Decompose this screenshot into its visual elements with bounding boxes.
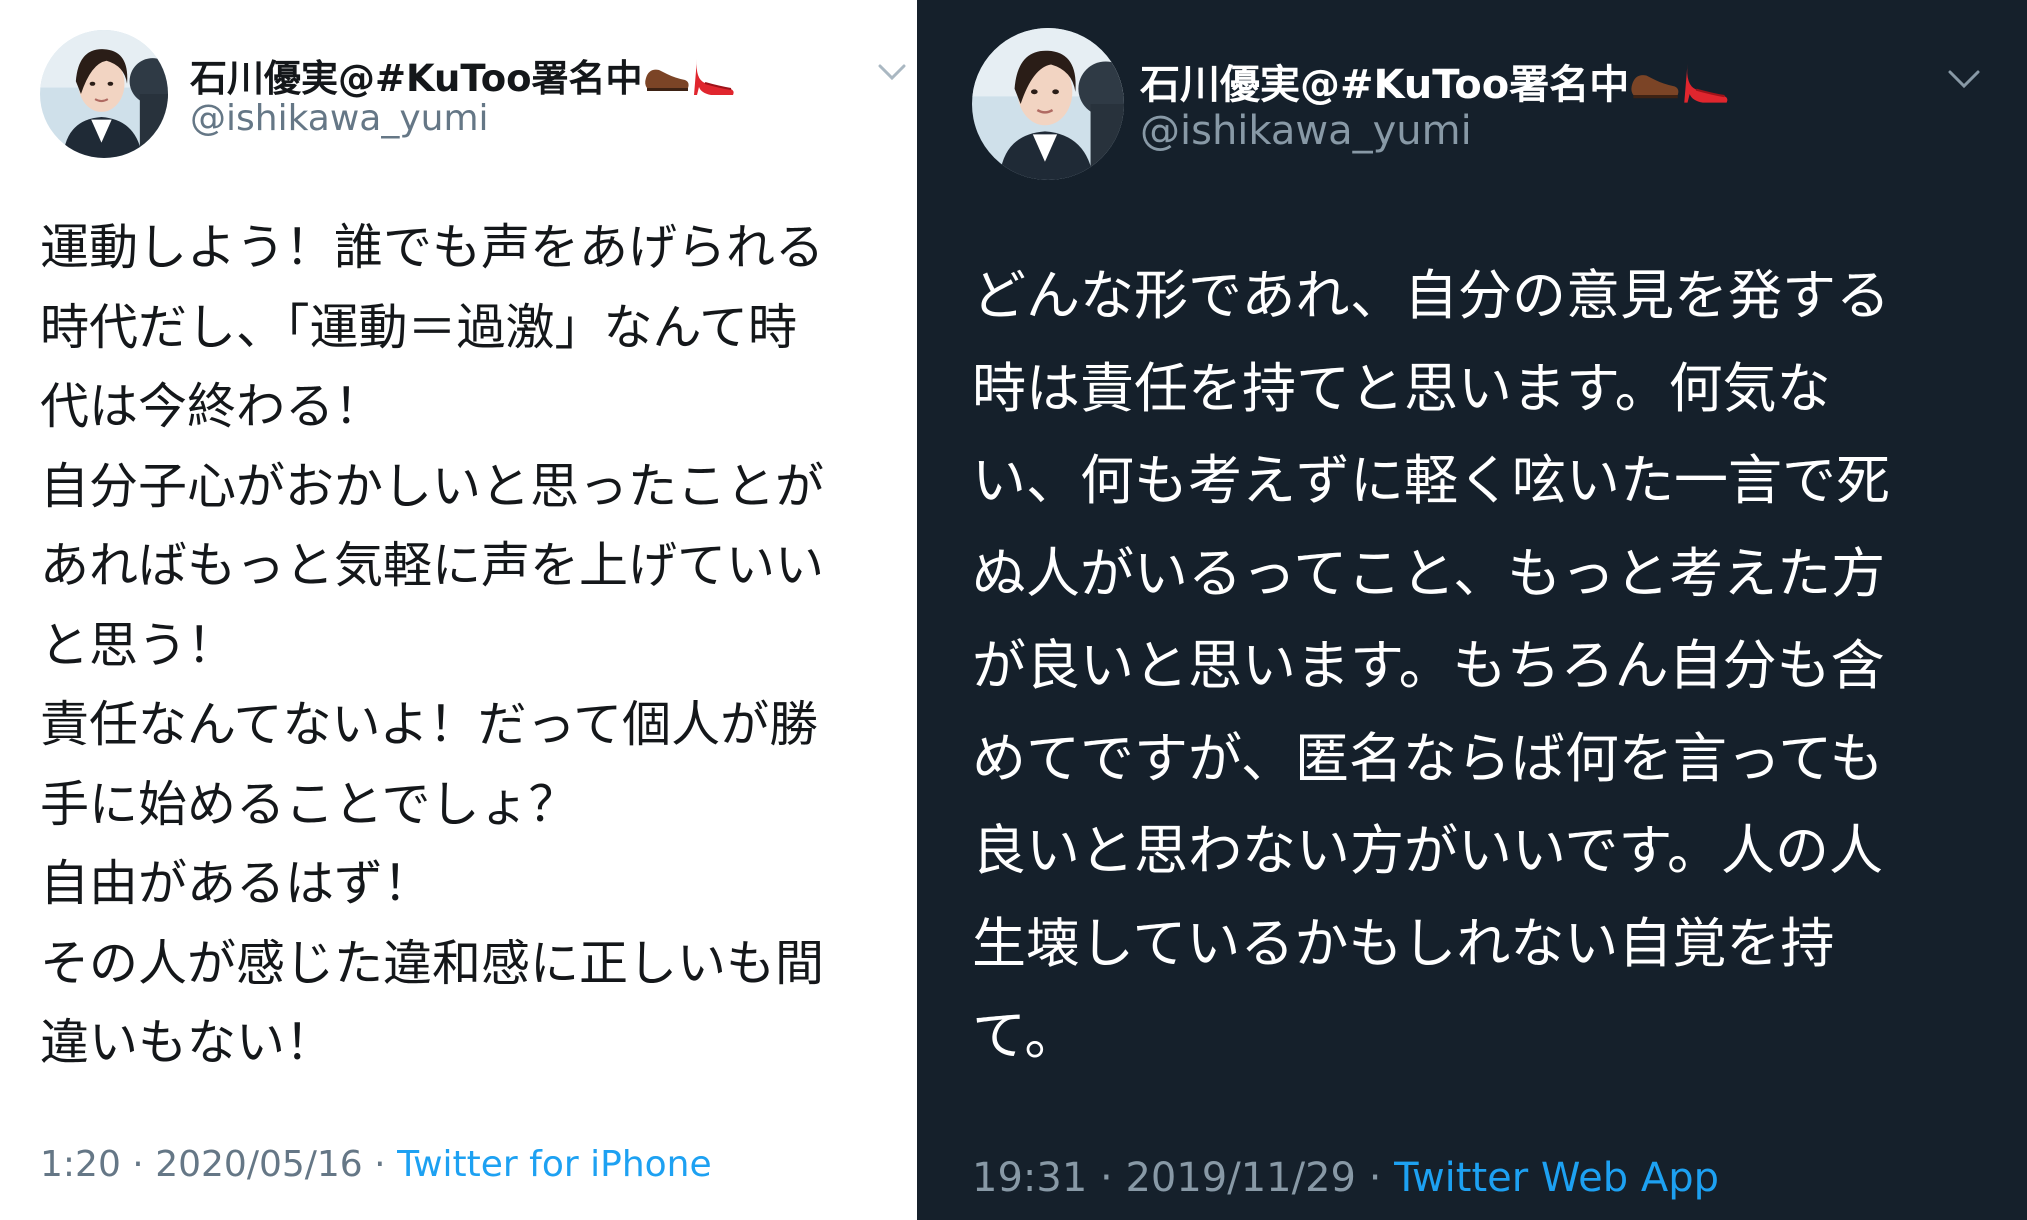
avatar-image [40,30,168,158]
text-line: 違いもない！ [40,1014,335,1071]
text-line: て。 [972,1004,1079,1067]
text-line: めてですが、匿名ならば何を言っても [972,726,1884,790]
text-line: ぬ人がいるってこと、もっと考えた方 [972,541,1886,605]
text-line: い、何も考えずに軽く呟いた一言で死 [972,449,1890,512]
tweet-time[interactable]: 1:20 [40,1144,121,1185]
brown-shoe-icon [643,56,691,105]
tweet-meta: 19:31 · 2019/11/29 · Twitter Web App [972,1155,1719,1201]
tweet-date[interactable]: 2020/05/16 [155,1144,363,1185]
handle[interactable]: @ishikawa_yumi [1140,108,1472,154]
avatar[interactable] [40,30,168,158]
display-name-text: 石川優実@#KuToo署名中 [1140,62,1630,108]
text-line: 時は責任を持てと思います。何気な [972,356,1831,420]
tweet-dark: 石川優実@#KuToo署名中 @ishikawa_yumi どんな形であれ、自分… [917,0,2027,1220]
tweet-source-link[interactable]: Twitter Web App [1394,1155,1719,1201]
tweet-light: 石川優実@#KuToo署名中 @ishikawa_yumi 運動しよう！誰でも声… [0,0,917,1220]
meta-separator: · [1100,1155,1113,1201]
tweet-source-link[interactable]: Twitter for iPhone [397,1144,712,1185]
text-line: と思う！ [40,616,237,674]
avatar-image [972,28,1124,180]
text-line: 生壊しているかもしれない自覚を持 [972,911,1835,975]
text-line: 手に始めることでしょ？ [40,775,578,833]
text-line: その人が感じた違和感に正しいも間 [40,934,825,992]
tweet-text: どんな形であれ、自分の意見を発する 時は責任を持てと思います。何気な い、何も考… [972,250,1890,1083]
tweet-time[interactable]: 19:31 [972,1155,1087,1201]
text-line: どんな形であれ、自分の意見を発する [972,264,1890,327]
high-heel-icon [1681,57,1731,117]
tweet-date[interactable]: 2019/11/29 [1125,1155,1356,1201]
tweet-meta: 1:20 · 2020/05/16 · Twitter for iPhone [40,1144,712,1185]
handle[interactable]: @ishikawa_yumi [190,98,489,139]
brown-shoe-icon [1629,60,1681,114]
meta-separator: · [132,1144,144,1185]
text-line: 運動しよう！誰でも声をあげられる [40,219,825,276]
meta-separator: · [374,1144,386,1185]
text-line: 自由があるはず！ [40,855,433,912]
text-line: 時代だし、「運動＝過激」なんて時 [40,298,798,356]
text-line: 自分子心がおかしいと思ったことが [40,457,825,515]
tweet-text: 運動しよう！誰でも声をあげられる 時代だし、「運動＝過激」なんて時 代は今終わる… [40,208,824,1083]
text-line: 良いと思わない方がいいです。人の人 [972,819,1883,882]
display-name-text: 石川優実@#KuToo署名中 [190,57,643,100]
text-line: あればもっと気軽に声を上げていい [40,537,825,594]
text-line: 責任なんてないよ！だって個人が勝 [40,696,819,753]
text-line: 代は今終わる！ [40,378,384,435]
high-heel-icon [691,53,737,108]
chevron-down-icon[interactable] [877,62,907,82]
chevron-down-icon[interactable] [1947,68,1981,90]
text-line: が良いと思います。もちろん自分も含 [972,634,1885,697]
avatar[interactable] [972,28,1124,180]
meta-separator: · [1368,1155,1382,1201]
